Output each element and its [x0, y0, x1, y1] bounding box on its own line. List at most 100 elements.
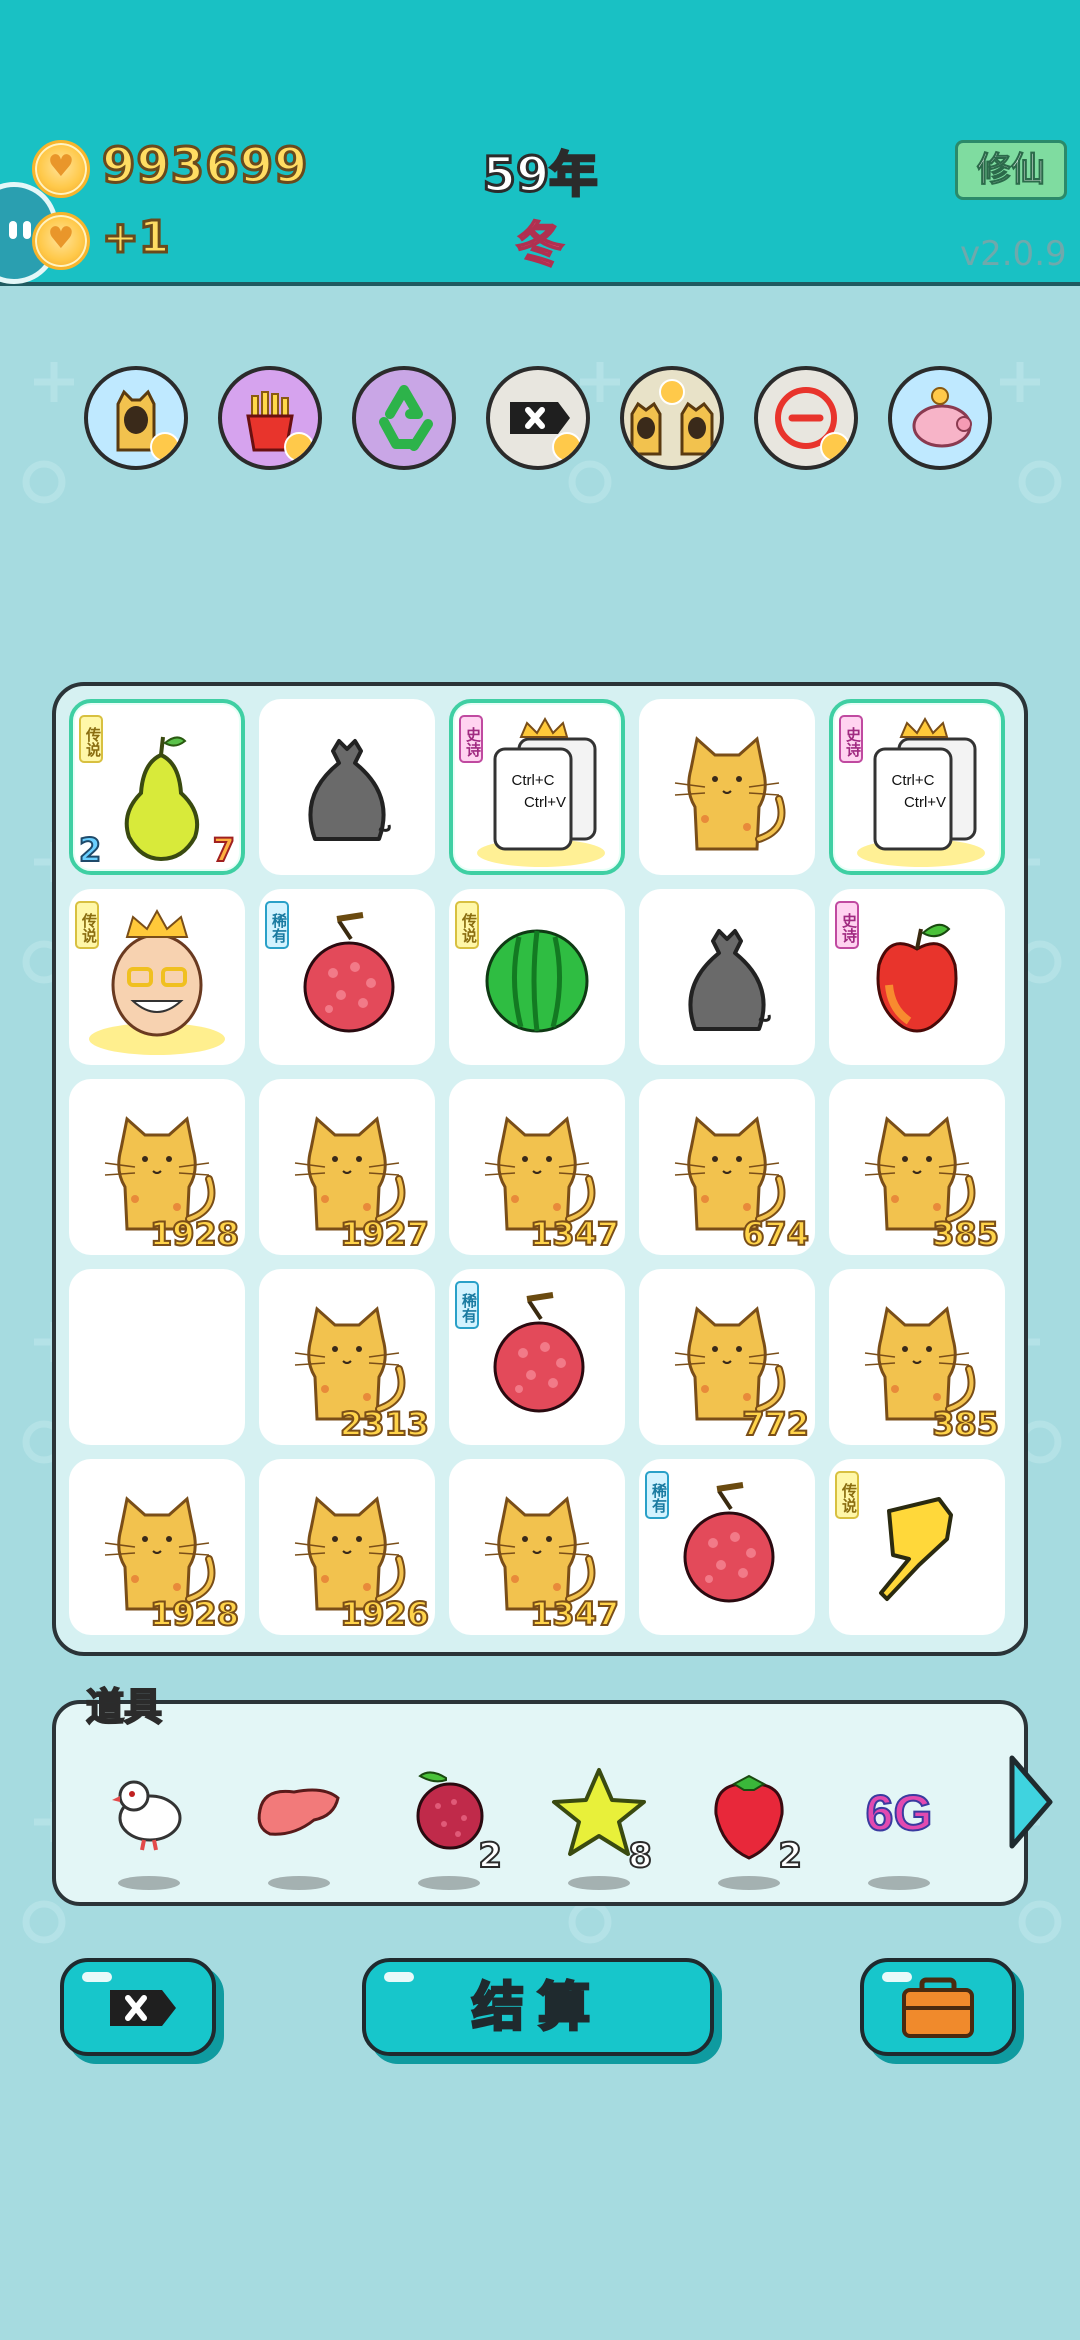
- liver-icon: [257, 1788, 340, 1836]
- items-title: 道具: [85, 1684, 163, 1730]
- item-shadow: [268, 1876, 330, 1890]
- rarity-tag: 史诗: [835, 901, 859, 949]
- item-shadow: [118, 1876, 180, 1890]
- item-count: 2: [477, 1835, 503, 1877]
- fries-skill-button[interactable]: [218, 366, 322, 470]
- board-cell-cat[interactable]: 385: [829, 1079, 1005, 1255]
- recycle-skill-button[interactable]: [352, 366, 456, 470]
- money-counter: 993699: [100, 137, 309, 196]
- item-liver[interactable]: [244, 1758, 354, 1898]
- cat-ghost-skill-button[interactable]: [84, 366, 188, 470]
- board-cell-trash-bag[interactable]: [639, 889, 815, 1065]
- ctrl-label: Ctrl+V: [524, 794, 566, 811]
- board-cell-trash-bag[interactable]: [259, 699, 435, 875]
- count-number: 385: [931, 1214, 1000, 1254]
- count-number: 1928: [149, 1214, 240, 1254]
- board-cell-old-king[interactable]: 传说: [69, 889, 245, 1065]
- top-bar: 993699 +1 59年 冬 修仙 v2.0.9: [0, 0, 1080, 286]
- board-cell-cat[interactable]: 674: [639, 1079, 815, 1255]
- board-cell-empty[interactable]: [69, 1269, 245, 1445]
- board-cell-lychee[interactable]: 稀有: [449, 1269, 625, 1445]
- board-cell-cat[interactable]: 1928: [69, 1459, 245, 1635]
- delete-skill-button[interactable]: [486, 366, 590, 470]
- level-number: 2: [78, 830, 102, 870]
- item-count: 2: [777, 1835, 803, 1877]
- board-cell-cat[interactable]: [639, 699, 815, 875]
- board-cell-watermelon[interactable]: 传说: [449, 889, 625, 1065]
- count-number: 1927: [339, 1214, 430, 1254]
- item-count: 8: [627, 1835, 653, 1877]
- count-number: 2313: [339, 1404, 430, 1444]
- item-dove[interactable]: [94, 1758, 204, 1898]
- rarity-tag: 史诗: [459, 715, 483, 763]
- item-star[interactable]: 8: [544, 1758, 654, 1898]
- count-number: 1347: [529, 1594, 620, 1634]
- recycle-icon: [379, 385, 433, 451]
- item-shadow: [868, 1876, 930, 1890]
- board-cell-lychee[interactable]: 稀有: [639, 1459, 815, 1635]
- board-cell-lychee[interactable]: 稀有: [259, 889, 435, 1065]
- rarity-tag: 传说: [75, 901, 99, 949]
- board-cell-apple[interactable]: 史诗: [829, 889, 1005, 1065]
- minus-skill-button[interactable]: [754, 366, 858, 470]
- count-number: 1928: [149, 1594, 240, 1634]
- piggy-bank-icon: [912, 387, 972, 448]
- double-cat-skill-button[interactable]: [620, 366, 724, 470]
- count-number: 1347: [529, 1214, 620, 1254]
- board-cell-cat[interactable]: 1926: [259, 1459, 435, 1635]
- ctrl-label: Ctrl+V: [904, 794, 946, 811]
- coin-income-icon: [32, 212, 90, 270]
- board-cell-ctrl-cv-king[interactable]: Ctrl+C Ctrl+V 史诗: [829, 699, 1005, 875]
- rarity-tag: 史诗: [839, 715, 863, 763]
- board-cell-ctrl-cv-king[interactable]: Ctrl+C Ctrl+V 史诗: [449, 699, 625, 875]
- board-cell-cat[interactable]: 385: [829, 1269, 1005, 1445]
- trash-bag-icon: [308, 739, 391, 841]
- settle-button[interactable]: 结算: [362, 1958, 714, 2056]
- double-cat-icon: [630, 379, 714, 456]
- board-cell-cat[interactable]: 1347: [449, 1079, 625, 1255]
- piggy-bank-skill-button[interactable]: [888, 366, 992, 470]
- xiuxian-button[interactable]: 修仙: [955, 140, 1067, 200]
- income-rate: +1: [100, 211, 171, 265]
- clear-button[interactable]: [60, 1958, 216, 2056]
- rarity-tag: 稀有: [265, 901, 289, 949]
- rarity-tag: 传说: [455, 901, 479, 949]
- items-next-arrow-icon[interactable]: [1006, 1752, 1056, 1852]
- dove-icon: [112, 1780, 182, 1851]
- rarity-tag: 传说: [79, 715, 103, 763]
- ctrl-label: Ctrl+C: [892, 772, 935, 789]
- delete-icon: [110, 1990, 176, 2026]
- settle-button-label: 结算: [470, 1977, 604, 2040]
- count-number: 1926: [339, 1594, 430, 1634]
- count-number: 7: [212, 830, 236, 870]
- 6g-icon: 6G: [865, 1784, 934, 1842]
- count-number: 385: [931, 1404, 1000, 1444]
- item-strawberry[interactable]: 2: [694, 1758, 804, 1898]
- board-cell-pear[interactable]: 传说 2 7: [69, 699, 245, 875]
- board-cell-pointing-hand[interactable]: 传说: [829, 1459, 1005, 1635]
- board-cell-cat[interactable]: 1347: [449, 1459, 625, 1635]
- item-bayberry[interactable]: 2: [394, 1758, 504, 1898]
- item-label: 6G: [866, 1785, 933, 1841]
- trash-bag-icon: [688, 929, 771, 1031]
- item-shadow: [418, 1876, 480, 1890]
- ctrl-label: Ctrl+C: [512, 772, 555, 789]
- board-cell-cat[interactable]: 2313: [259, 1269, 435, 1445]
- item-shadow: [718, 1876, 780, 1890]
- briefcase-icon: [902, 1977, 974, 2038]
- rarity-tag: 传说: [835, 1471, 859, 1519]
- coin-icon: [32, 140, 90, 198]
- rarity-tag: 稀有: [455, 1281, 479, 1329]
- version-label: v2.0.9: [960, 234, 1067, 274]
- season-label: 冬: [515, 216, 565, 274]
- count-number: 674: [741, 1214, 810, 1254]
- board-cell-cat[interactable]: 1927: [259, 1079, 435, 1255]
- rarity-tag: 稀有: [645, 1471, 669, 1519]
- item-6g[interactable]: 6G: [844, 1758, 954, 1898]
- briefcase-button[interactable]: [860, 1958, 1016, 2056]
- item-shadow: [568, 1876, 630, 1890]
- board-cell-cat[interactable]: 1928: [69, 1079, 245, 1255]
- board-cell-cat[interactable]: 772: [639, 1269, 815, 1445]
- cat-icon: [674, 736, 786, 851]
- count-number: 772: [741, 1404, 810, 1444]
